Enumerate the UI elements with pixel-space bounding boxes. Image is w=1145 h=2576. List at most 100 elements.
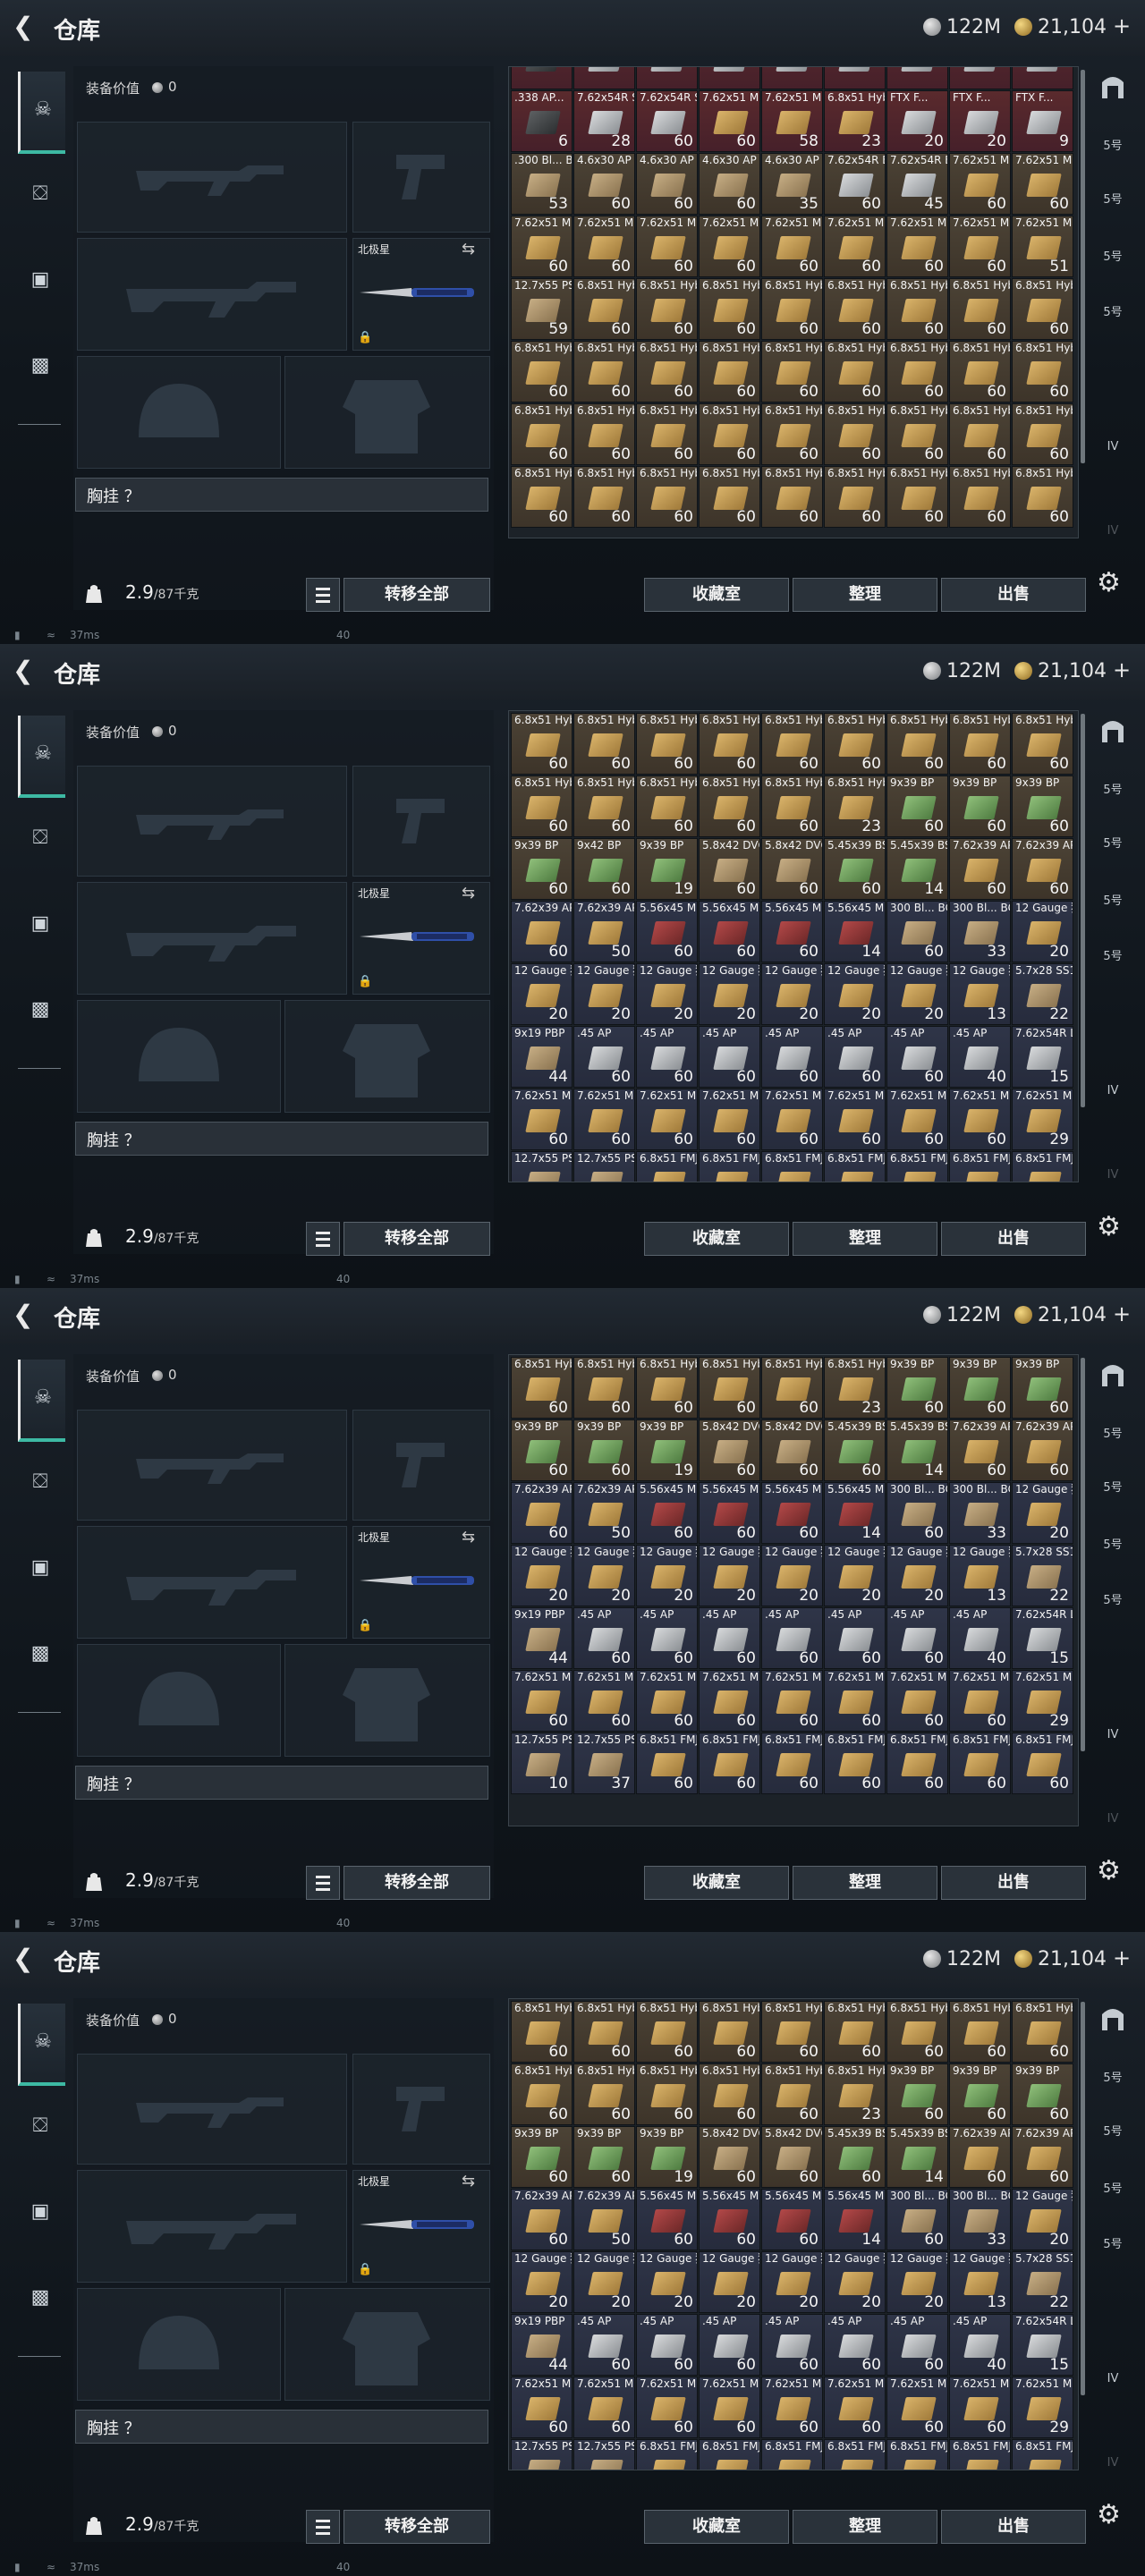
- storage-tab-4[interactable]: 5号: [1095, 884, 1131, 919]
- stash-item[interactable]: 6.8x51 Hybrid 60: [824, 713, 886, 775]
- storage-tab-7[interactable]: IV: [1095, 1157, 1131, 1193]
- stash-item[interactable]: 7.62x51 M80 29: [1012, 2377, 1073, 2438]
- nav-tab-armor[interactable]: ⛋: [18, 156, 63, 234]
- stash-item[interactable]: 6.8x51 FMJ60: [824, 1151, 886, 1182]
- list-view-button[interactable]: [306, 2510, 340, 2544]
- stash-item[interactable]: 6.8x51 Hybrid 60: [886, 713, 948, 775]
- stash-item[interactable]: 7.62x51 M80 60: [699, 1089, 760, 1150]
- stash-item[interactable]: 7.62x51 M80 60: [699, 2377, 760, 2438]
- stash-item[interactable]: 9x39 BP 60: [949, 775, 1011, 837]
- stash-item[interactable]: 6.8x51 Hybrid 60: [636, 713, 698, 775]
- transfer-all-button[interactable]: 转移全部: [344, 578, 490, 612]
- stash-item[interactable]: 7.62x51 M80 60: [761, 2377, 823, 2438]
- stash-item[interactable]: 6.8x51 Hybrid 60: [886, 403, 948, 465]
- secondary-weapon-slot[interactable]: [77, 2170, 347, 2283]
- stash-item[interactable]: 9x39 BP 19: [636, 1419, 698, 1481]
- storage-tab-4[interactable]: 5号: [1095, 2172, 1131, 2207]
- stash-item[interactable]: 300 Bl... BCP FMJ 33: [949, 2189, 1011, 2250]
- helmet-slot[interactable]: [77, 2288, 281, 2401]
- secondary-weapon-slot[interactable]: [77, 882, 347, 995]
- settings-gear-icon[interactable]: ⚙: [1097, 2499, 1121, 2530]
- stash-item[interactable]: 6.8x51 Hybrid 60: [699, 713, 760, 775]
- stash-item[interactable]: 6.8x51 Hybrid 60: [511, 1357, 572, 1419]
- stash-item[interactable]: FTX F... 9: [1012, 90, 1073, 152]
- stash-item[interactable]: 5.56x45 M995 60: [636, 2189, 698, 2250]
- sidearm-slot[interactable]: [352, 122, 490, 233]
- stash-item[interactable]: 6.8x51 FMJ60: [949, 1151, 1011, 1182]
- stash-item[interactable]: 12 Gauge 独头弹 20: [511, 963, 572, 1025]
- stash-item[interactable]: 6.8x51 Hybrid 60: [636, 2001, 698, 2063]
- nav-tab-weapons[interactable]: ☠: [18, 2004, 65, 2086]
- stash-item[interactable]: 6.8x51 Hybrid 60: [761, 2063, 823, 2125]
- stash-item[interactable]: 7.62x51 M62 60: [824, 216, 886, 277]
- stash-item[interactable]: 6.8x51 FMJ60: [699, 1733, 760, 1794]
- stash-item[interactable]: .45 AP 60: [824, 1607, 886, 1669]
- storage-tab-6[interactable]: IV: [1095, 1717, 1131, 1753]
- stash-item[interactable]: 6.8x51 Hybrid 60: [949, 341, 1011, 402]
- collection-room-button[interactable]: 收藏室: [644, 1866, 789, 1900]
- stash-item[interactable]: 12 Gauge 独头弹 20: [699, 1545, 760, 1606]
- stash-item[interactable]: 6.8x51 Hybrid 60: [761, 403, 823, 465]
- sidearm-slot[interactable]: [352, 2054, 490, 2165]
- add-currency-button[interactable]: +: [1113, 13, 1131, 38]
- stash-item[interactable]: 7.62x39 AP 60: [511, 2189, 572, 2250]
- stash-item[interactable]: 6.8x51 FMJ60: [699, 1151, 760, 1182]
- stash-item[interactable]: 9x39 BP 60: [511, 1419, 572, 1481]
- storage-tab-2[interactable]: 5号: [1095, 773, 1131, 809]
- stash-item[interactable]: 9x39 BP 60: [1012, 1357, 1073, 1419]
- stash-item[interactable]: .45 AP 60: [761, 1026, 823, 1088]
- stash-item[interactable]: 4.6x30 AP SX 35: [761, 153, 823, 215]
- add-currency-button[interactable]: +: [1113, 1301, 1131, 1326]
- stash-item[interactable]: 6.8x51 Hybrid 60: [824, 278, 886, 340]
- stash-item[interactable]: 7.62x51 M80 60: [886, 1089, 948, 1150]
- stash-item[interactable]: 5.8x42 DVC12 60: [761, 838, 823, 900]
- stash-item[interactable]: 7.62x39 AP 60: [949, 2126, 1011, 2188]
- stash-item[interactable]: 20: [511, 67, 572, 89]
- stash-item[interactable]: 6.8x51 Hybrid 60: [699, 403, 760, 465]
- storage-tab-2[interactable]: 5号: [1095, 1417, 1131, 1453]
- stash-item[interactable]: 9x39 BP 60: [1012, 775, 1073, 837]
- chest-rig-slot[interactable]: 胸挂 ？: [75, 478, 488, 512]
- back-arrow-icon[interactable]: ❮: [13, 13, 36, 41]
- stash-item[interactable]: 12 Gauge 独头弹 20: [886, 963, 948, 1025]
- stash-item[interactable]: 5.56x45 M995 14: [824, 901, 886, 962]
- stash-item[interactable]: 6.8x51 Hybrid 60: [761, 278, 823, 340]
- organize-button[interactable]: 整理: [793, 1222, 937, 1256]
- stash-item[interactable]: 6.8x51 Hybrid 60: [699, 775, 760, 837]
- stash-item[interactable]: 300 Bl... BCP FMJ 33: [949, 901, 1011, 962]
- stash-item[interactable]: 9x39 BP 60: [886, 1357, 948, 1419]
- stash-item[interactable]: 6.8x51 Hybrid 60: [636, 466, 698, 528]
- storage-tab-7[interactable]: IV: [1095, 2445, 1131, 2481]
- stash-scrollbar[interactable]: [1081, 1358, 1085, 1751]
- stash-item[interactable]: 5.45x39 BS 14: [886, 2126, 948, 2188]
- body-armor-slot[interactable]: [284, 1644, 490, 1757]
- nav-tab-backpack[interactable]: ▩: [18, 971, 63, 1050]
- primary-weapon-slot[interactable]: [77, 122, 347, 233]
- stash-item[interactable]: 7.62x51 M62 60: [886, 216, 948, 277]
- stash-item[interactable]: 7.62x51 M80 29: [1012, 1089, 1073, 1150]
- swap-icon[interactable]: ⇆: [462, 2172, 475, 2190]
- storage-tab-7[interactable]: IV: [1095, 1801, 1131, 1837]
- stash-item[interactable]: 6.8x51 Hybrid 23: [824, 775, 886, 837]
- stash-item[interactable]: 7.62x39 AP 50: [573, 2189, 635, 2250]
- stash-item[interactable]: 7.62x51 M80 60: [824, 1089, 886, 1150]
- stash-item[interactable]: 6.8x51 Hybrid 60: [699, 341, 760, 402]
- stash-item[interactable]: 5.56x45 M995 60: [699, 901, 760, 962]
- body-armor-slot[interactable]: [284, 1000, 490, 1113]
- stash-item[interactable]: 7.62x51 M62 60: [573, 216, 635, 277]
- stash-item[interactable]: 12 Gauge 独头弹 20: [1012, 2189, 1073, 2250]
- stash-item[interactable]: 9x39 BP 60: [511, 2126, 572, 2188]
- stash-item[interactable]: 6.8x51 Hybrid 60: [1012, 278, 1073, 340]
- stash-item[interactable]: 5.56x45 M995 60: [761, 1482, 823, 1544]
- stash-item[interactable]: 7.62x54R LPS 15: [1012, 2314, 1073, 2376]
- stash-item[interactable]: 7.62x54R LPS 15: [1012, 1607, 1073, 1669]
- stash-item[interactable]: 300 Bl... BCP FMJ 60: [886, 1482, 948, 1544]
- stash-item[interactable]: 6.8x51 Hybrid 60: [573, 2063, 635, 2125]
- stash-item[interactable]: 6.8x51 Hybrid 60: [886, 278, 948, 340]
- stash-item[interactable]: 5.8x42 DVC12 60: [761, 1419, 823, 1481]
- stash-item[interactable]: 6.8x51 Hybrid 60: [636, 341, 698, 402]
- stash-item[interactable]: .45 AP 60: [573, 1607, 635, 1669]
- stash-item[interactable]: 7.62x54R SNB 28: [573, 90, 635, 152]
- stash-item[interactable]: 7.62x54R SNB 60: [636, 90, 698, 152]
- stash-item[interactable]: 7.62x51 M62 51: [1012, 216, 1073, 277]
